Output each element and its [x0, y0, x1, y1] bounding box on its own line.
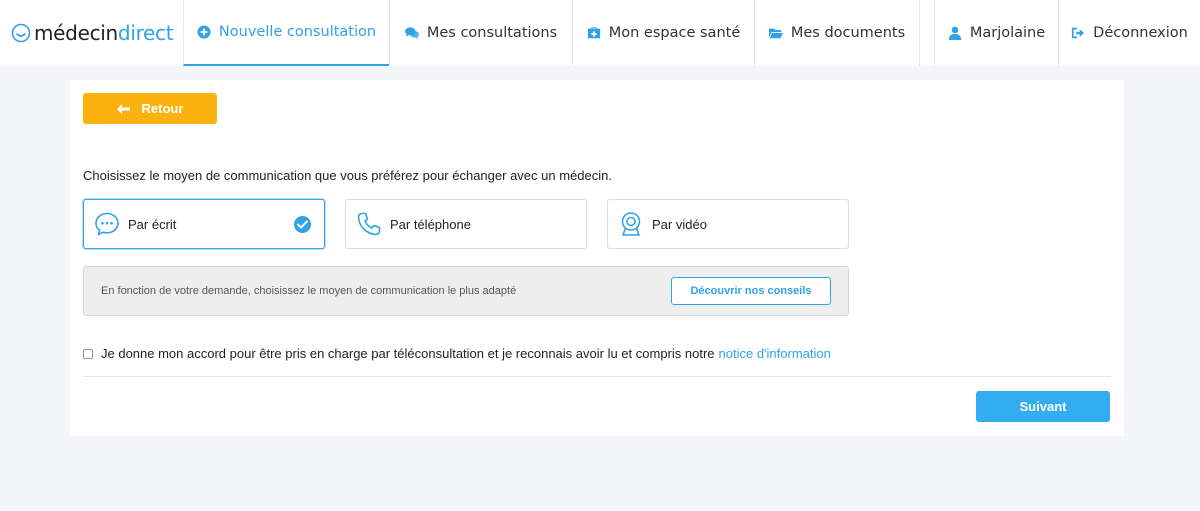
medical-kit-icon	[587, 27, 600, 39]
next-button[interactable]: Suivant	[976, 391, 1110, 422]
option-written-label: Par écrit	[128, 216, 177, 232]
option-phone[interactable]: Par téléphone	[345, 199, 587, 249]
nav-health-space[interactable]: Mon espace santé	[572, 0, 754, 66]
advice-text: En fonction de votre demande, choisissez…	[101, 285, 517, 297]
nav-documents-label: Mes documents	[790, 25, 906, 41]
nav-my-consultations[interactable]: Mes consultations	[389, 0, 572, 66]
nav-user-label: Marjolaine	[969, 25, 1046, 41]
divider	[83, 376, 1111, 377]
consent-row: Je donne mon accord pour être pris en ch…	[83, 346, 831, 361]
option-video-label: Par vidéo	[652, 216, 707, 232]
logo[interactable]: médecindirect	[0, 0, 183, 66]
top-navbar: médecindirect Nouvelle consultation Mes …	[0, 0, 1200, 66]
advice-box: En fonction de votre demande, choisissez…	[83, 266, 849, 316]
user-icon	[948, 26, 961, 40]
nav-health-space-label: Mon espace santé	[608, 25, 741, 41]
nav-logout-label: Déconnexion	[1093, 25, 1188, 41]
logo-text-direct: direct	[117, 21, 174, 45]
nav-new-consultation-label: Nouvelle consultation	[218, 24, 377, 40]
nav-my-consultations-label: Mes consultations	[426, 25, 558, 41]
nav-separator	[919, 0, 934, 66]
logo-text-medecin: médecin	[34, 21, 118, 45]
nav-user[interactable]: Marjolaine	[934, 0, 1058, 66]
webcam-icon	[618, 211, 644, 237]
check-circle-icon	[294, 216, 311, 233]
consent-checkbox[interactable]	[83, 348, 93, 359]
phone-icon	[356, 211, 382, 237]
option-phone-label: Par téléphone	[390, 216, 471, 232]
folder-open-icon	[768, 28, 783, 39]
information-notice-link[interactable]: notice d'information	[719, 346, 831, 361]
option-video[interactable]: Par vidéo	[607, 199, 849, 249]
chat-bubble-icon	[94, 211, 120, 237]
nav-documents[interactable]: Mes documents	[754, 0, 919, 66]
back-button-label: Retour	[141, 101, 184, 116]
arrow-left-icon	[116, 103, 130, 114]
consent-text: Je donne mon accord pour être pris en ch…	[101, 346, 715, 361]
option-written[interactable]: Par écrit	[83, 199, 325, 249]
comments-icon	[404, 27, 419, 39]
smile-icon	[11, 23, 31, 43]
communication-question: Choisissez le moyen de communication que…	[83, 168, 612, 183]
plus-circle-icon	[197, 25, 211, 39]
sign-out-icon	[1072, 27, 1085, 39]
back-button[interactable]: Retour	[83, 93, 217, 124]
discover-advice-button[interactable]: Découvrir nos conseils	[671, 277, 831, 305]
consultation-card: Retour Choisissez le moyen de communicat…	[70, 80, 1124, 436]
nav-new-consultation[interactable]: Nouvelle consultation	[183, 0, 389, 66]
nav-logout[interactable]: Déconnexion	[1058, 0, 1200, 66]
